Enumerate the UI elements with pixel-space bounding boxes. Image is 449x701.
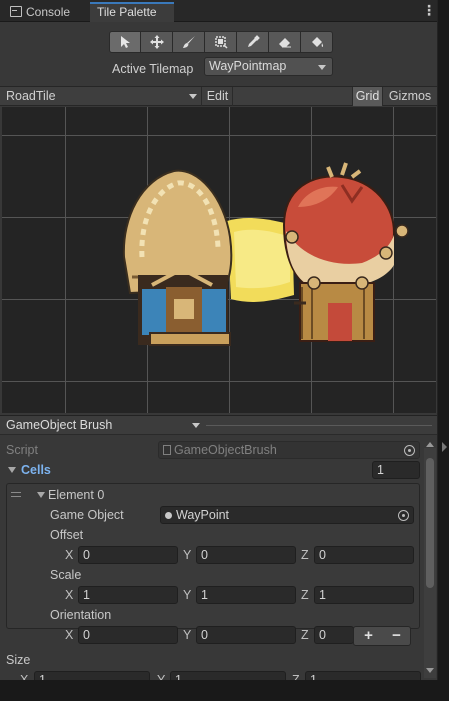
eraser-button[interactable]: [269, 31, 301, 53]
console-icon: [10, 6, 22, 17]
offset-x-field[interactable]: 0: [78, 546, 178, 564]
scale-x-field[interactable]: 1: [78, 586, 178, 604]
picker-icon: [247, 35, 260, 47]
add-remove-buttons: + −: [353, 626, 411, 646]
inspector-scrollbar[interactable]: [424, 448, 436, 678]
script-value: GameObjectBrush: [174, 443, 277, 457]
x-label: X: [20, 673, 29, 680]
script-icon: [163, 445, 171, 455]
grid-toggle-button[interactable]: Grid: [352, 87, 383, 106]
side-panel-arrow-icon[interactable]: [442, 442, 447, 452]
size-label: Size: [6, 653, 31, 667]
chevron-down-icon: [192, 423, 200, 428]
fill-bucket-icon: [311, 37, 323, 47]
size-x-field[interactable]: 1: [34, 671, 150, 680]
y-label: Y: [183, 628, 192, 642]
orientation-z-field[interactable]: 0: [314, 626, 354, 644]
chevron-down-icon: [318, 65, 326, 70]
move-tool-button[interactable]: [141, 31, 173, 53]
palette-toolbar: RoadTile Edit Grid Gizmos: [0, 86, 437, 106]
z-label: Z: [301, 588, 309, 602]
scroll-up-icon[interactable]: [426, 442, 434, 447]
tile-palette-window: Console Tile Palette ⋮ Active Tilemap Wa…: [0, 0, 438, 680]
object-picker-icon[interactable]: [398, 510, 409, 521]
script-field: GameObjectBrush: [158, 441, 420, 459]
foldout-arrow-icon[interactable]: [8, 467, 16, 473]
chevron-down-icon: [189, 94, 197, 99]
z-label: Z: [301, 628, 309, 642]
tile-palette-canvas[interactable]: [2, 107, 436, 413]
scale-y-field[interactable]: 1: [196, 586, 296, 604]
scale-label: Scale: [50, 568, 82, 582]
eraser-icon: [278, 38, 291, 48]
tab-bar: Console Tile Palette ⋮: [0, 0, 437, 22]
scrollbar-thumb[interactable]: [426, 458, 434, 588]
game-object-value: WayPoint: [176, 508, 230, 522]
scroll-down-icon[interactable]: [426, 668, 434, 673]
y-label: Y: [157, 673, 166, 680]
palette-dropdown[interactable]: RoadTile: [2, 87, 202, 106]
cells-label: Cells: [21, 463, 51, 477]
foldout-arrow-icon[interactable]: [37, 492, 45, 498]
select-tool-icon: [121, 36, 130, 48]
gameobject-icon: [165, 512, 172, 519]
active-tilemap-label: Active Tilemap: [112, 62, 194, 76]
size-y-field[interactable]: 1: [170, 671, 286, 680]
game-object-field[interactable]: WayPoint: [160, 506, 414, 524]
move-tool-icon: [149, 35, 164, 49]
y-label: Y: [183, 588, 192, 602]
x-label: X: [65, 628, 74, 642]
z-label: Z: [292, 673, 300, 680]
offset-y-field[interactable]: 0: [196, 546, 296, 564]
orientation-label: Orientation: [50, 608, 112, 622]
paint-brush-icon: [182, 36, 195, 48]
gizmos-toggle-button[interactable]: Gizmos: [384, 87, 436, 106]
object-picker-icon: [404, 445, 415, 456]
picker-button[interactable]: [237, 31, 269, 53]
active-tilemap-value: WayPointmap: [209, 59, 287, 73]
brush-toolbar: GameObject Brush: [0, 415, 437, 435]
tab-tile-palette[interactable]: Tile Palette: [90, 2, 174, 22]
script-label: Script: [6, 443, 38, 457]
brush-inspector: Script GameObjectBrush Cells 1 Element 0…: [0, 436, 437, 680]
cells-count-field[interactable]: 1: [372, 461, 420, 479]
brush-dropdown[interactable]: GameObject Brush: [3, 416, 202, 435]
x-label: X: [65, 588, 74, 602]
box-fill-button[interactable]: [205, 31, 237, 53]
tab-console[interactable]: Console: [4, 2, 90, 22]
brush-value: GameObject Brush: [6, 418, 113, 432]
kebab-menu-icon[interactable]: ⋮: [422, 3, 436, 19]
y-label: Y: [183, 548, 192, 562]
add-element-button[interactable]: +: [354, 627, 383, 645]
tab-tile-palette-label: Tile Palette: [97, 5, 157, 19]
tile-art: [122, 162, 409, 346]
offset-z-field[interactable]: 0: [314, 546, 414, 564]
paint-brush-button[interactable]: [173, 31, 205, 53]
x-label: X: [65, 548, 74, 562]
orientation-y-field[interactable]: 0: [196, 626, 296, 644]
divider: [206, 425, 432, 426]
offset-label: Offset: [50, 528, 84, 542]
scale-z-field[interactable]: 1: [314, 586, 414, 604]
game-object-label: Game Object: [50, 508, 124, 522]
tab-console-label: Console: [26, 5, 71, 19]
element-0-label: Element 0: [48, 488, 105, 502]
size-z-field[interactable]: 1: [305, 671, 421, 680]
fill-bucket-button[interactable]: [301, 31, 333, 53]
palette-value: RoadTile: [6, 89, 56, 103]
box-fill-icon: [214, 36, 228, 49]
select-tool-button[interactable]: [109, 31, 141, 53]
z-label: Z: [301, 548, 309, 562]
edit-button[interactable]: Edit: [203, 87, 233, 106]
remove-element-button[interactable]: −: [382, 627, 411, 645]
orientation-x-field[interactable]: 0: [78, 626, 178, 644]
drag-handle-icon[interactable]: [11, 492, 21, 497]
tool-strip: [109, 31, 333, 53]
active-tilemap-dropdown[interactable]: WayPointmap: [204, 57, 333, 76]
